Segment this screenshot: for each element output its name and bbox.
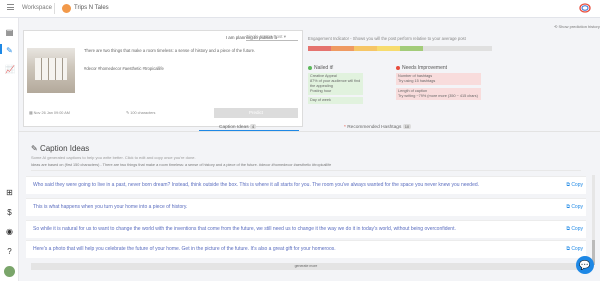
engagement-bar-segment	[400, 46, 423, 51]
caption-ideas-title: ✎ Caption Ideas	[31, 144, 90, 153]
dollar-icon[interactable]: $	[5, 208, 14, 217]
generate-more-button[interactable]: generate more	[31, 263, 581, 270]
tab-divider	[19, 131, 600, 132]
caption-idea-item[interactable]: Here's a photo that will help you celebr…	[26, 240, 586, 258]
divider	[31, 170, 581, 171]
engagement-indicator: Engagement Indicator - Shows you will th…	[308, 36, 558, 106]
schedule-date[interactable]: ▦ Nov 26 Jan 09:00 AM	[29, 110, 70, 115]
help-icon[interactable]: ?	[5, 247, 14, 256]
tab-recommended-hashtags[interactable]: * Recommended Hashtags 10	[344, 124, 412, 130]
caption-idea-text[interactable]: So while it is natural for us to want to…	[33, 226, 456, 232]
post-type-select[interactable]: Single Image Post ▾	[246, 34, 298, 41]
sidebar: ▤ ✎ 📈 ⊞ $ ◉ ?	[0, 18, 19, 281]
copy-button[interactable]: ⧉ Copy	[566, 204, 583, 210]
divider	[54, 3, 55, 14]
show-prediction-history-link[interactable]: ⟲ Show prediction history	[554, 24, 600, 29]
engagement-title: Engagement Indicator - Shows you will th…	[308, 36, 466, 41]
engagement-bar-segment	[423, 46, 446, 51]
ideas-based-on: Ideas are based on (first 150 characters…	[31, 163, 332, 167]
caption-ideas-subtitle: Some AI generated captions to help you w…	[31, 155, 196, 160]
chart-icon[interactable]: 📈	[5, 65, 15, 74]
engagement-bar-segment	[446, 46, 469, 51]
caption-idea-text[interactable]: This is what happens when you turn your …	[33, 204, 187, 210]
needs-item: Length of caption Try writing ~79% (more …	[396, 88, 481, 100]
main-content: ⟲ Show prediction history I am planning …	[19, 18, 600, 281]
copy-button[interactable]: ⧉ Copy	[566, 182, 583, 188]
briefcase-icon[interactable]: ▤	[5, 28, 14, 37]
caption-idea-item[interactable]: Who said they were going to live in a pa…	[26, 176, 586, 194]
engagement-bar-segment	[377, 46, 400, 51]
copy-button[interactable]: ⧉ Copy	[566, 246, 583, 252]
engagement-bar-segment	[331, 46, 354, 51]
post-image[interactable]	[27, 48, 75, 93]
engagement-bar-segment	[469, 46, 492, 51]
nailed-header: Nailed it!	[308, 65, 333, 71]
top-bar: Workspace Trips N Tales	[0, 0, 600, 18]
engagement-bar-segment	[354, 46, 377, 51]
caption-idea-text[interactable]: Here's a photo that will help you celebr…	[33, 246, 336, 252]
brand-avatar-icon	[62, 4, 71, 13]
predict-button[interactable]: Predict	[214, 108, 298, 118]
chat-support-icon[interactable]: 💬	[576, 256, 594, 274]
engagement-bar-segment	[308, 46, 331, 51]
add-icon[interactable]: ⊞	[5, 188, 14, 197]
brand-name[interactable]: Trips N Tales	[74, 5, 109, 11]
hashtags-text[interactable]: #decor #homedecor #aesthetic #tropicalli…	[84, 66, 164, 71]
needs-item: Number of hashtags Try using 15 hashtags	[396, 73, 481, 85]
copy-button[interactable]: ⧉ Copy	[566, 226, 583, 232]
nailed-item: Day of week	[308, 97, 363, 104]
avatar[interactable]	[4, 266, 15, 277]
pencil-icon[interactable]: ✎	[5, 46, 14, 55]
caption-idea-item[interactable]: This is what happens when you turn your …	[26, 198, 586, 216]
support-icon[interactable]: ◉	[5, 227, 14, 236]
active-tab-indicator	[199, 130, 299, 131]
character-count: ✎ 100 characters	[126, 111, 156, 115]
caption-idea-item[interactable]: So while it is natural for us to want to…	[26, 220, 586, 238]
needs-header: Needs Improvement	[396, 65, 447, 71]
chat-bubble-logo-icon[interactable]	[579, 3, 591, 14]
caption-text[interactable]: There are two things that make a room ti…	[84, 48, 294, 54]
post-editor-card: I am planning to publish a Single Image …	[23, 30, 303, 127]
active-indicator	[0, 44, 2, 54]
engagement-bar	[308, 46, 492, 51]
caption-idea-text[interactable]: Who said they were going to live in a pa…	[33, 182, 479, 188]
workspace-label[interactable]: Workspace	[22, 5, 52, 11]
menu-icon[interactable]	[7, 4, 14, 10]
nailed-item: Posting hour	[308, 88, 363, 95]
